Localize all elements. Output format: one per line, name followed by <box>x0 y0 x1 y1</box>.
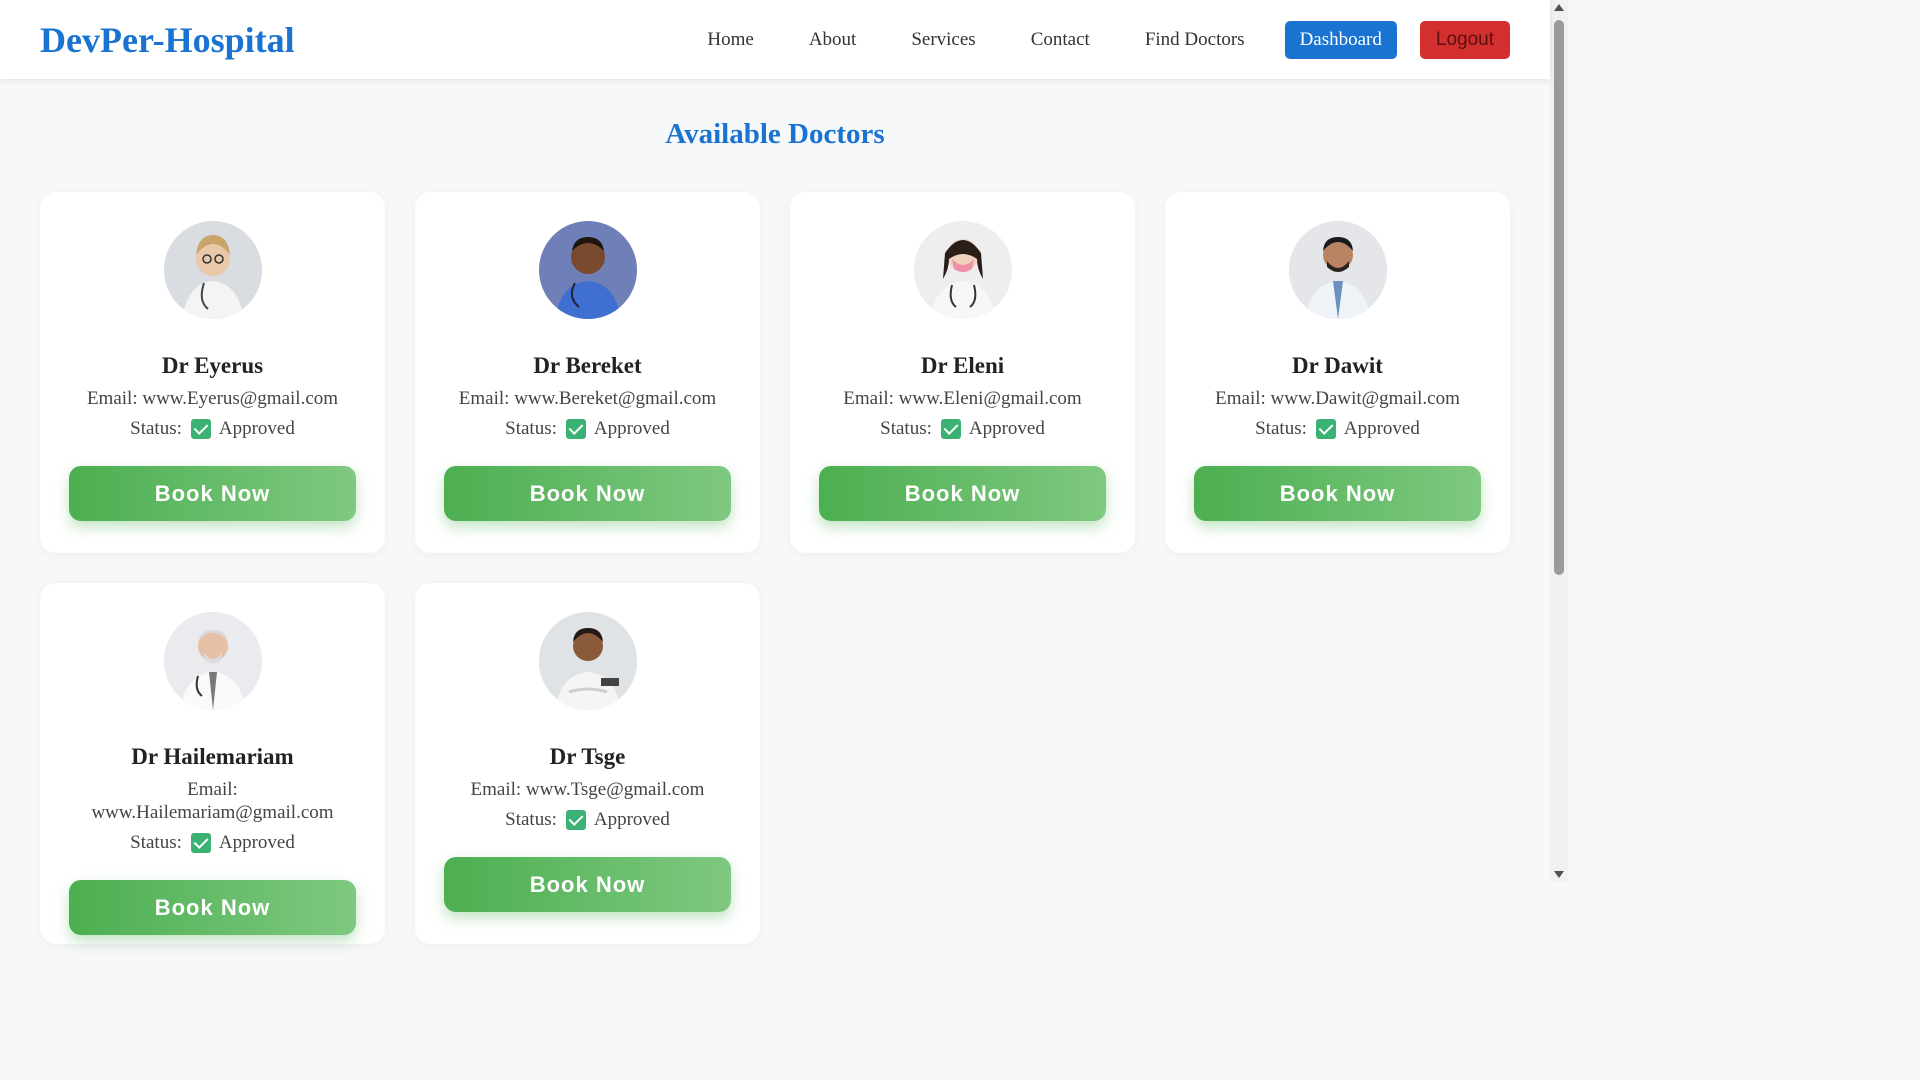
check-icon <box>565 419 586 439</box>
doctor-status: Status: Approved <box>130 417 295 441</box>
book-now-button[interactable]: Book Now <box>819 466 1106 521</box>
status-value: Approved <box>593 809 670 830</box>
status-label: Status: <box>505 809 557 830</box>
doctor-status: Status: Approved <box>130 831 295 855</box>
doctor-avatar <box>163 612 262 710</box>
dashboard-button[interactable]: Dashboard <box>1284 20 1397 59</box>
doctor-avatar <box>538 221 637 319</box>
doctor-card: Dr Bereket Email: www.Bereket@gmail.com … <box>415 192 760 553</box>
check-icon <box>940 419 961 439</box>
status-value: Approved <box>968 418 1045 439</box>
check-icon <box>190 833 211 853</box>
status-label: Status: <box>130 418 182 439</box>
doctor-avatar <box>1288 221 1387 319</box>
doctor-avatar <box>913 221 1012 319</box>
doctor-status: Status: Approved <box>1255 417 1420 441</box>
nav-link-about[interactable]: About <box>809 29 857 51</box>
doctor-name: Dr Bereket <box>533 353 642 378</box>
doctor-name: Dr Tsge <box>549 744 626 769</box>
status-value: Approved <box>593 418 670 439</box>
page-title: Available Doctors <box>665 118 885 150</box>
scroll-thumb[interactable] <box>1554 20 1564 575</box>
status-value: Approved <box>218 418 295 439</box>
book-now-button[interactable]: Book Now <box>69 466 356 521</box>
doctor-avatar <box>538 612 637 710</box>
doctor-avatar <box>163 221 262 319</box>
status-label: Status: <box>505 418 557 439</box>
doctor-status: Status: Approved <box>880 417 1045 441</box>
doctor-name: Dr Eyerus <box>161 353 264 378</box>
scroll-down-arrow-icon[interactable] <box>1554 871 1564 878</box>
book-now-button[interactable]: Book Now <box>444 857 731 912</box>
doctor-card: Dr Eyerus Email: www.Eyerus@gmail.com St… <box>40 192 385 553</box>
check-icon <box>190 419 211 439</box>
doctor-card: Dr Hailemariam Email: www.Hailemariam@gm… <box>40 583 385 944</box>
nav-link-find-doctors[interactable]: Find Doctors <box>1145 29 1245 51</box>
check-icon <box>565 810 586 830</box>
vertical-scrollbar[interactable] <box>1550 0 1568 882</box>
check-icon <box>1315 419 1336 439</box>
nav-link-home[interactable]: Home <box>707 29 753 51</box>
status-label: Status: <box>130 832 182 853</box>
book-now-button[interactable]: Book Now <box>69 880 356 935</box>
nav-link-contact[interactable]: Contact <box>1031 29 1090 51</box>
doctor-name: Dr Dawit <box>1292 353 1383 378</box>
doctor-email: Email: www.Hailemariam@gmail.com <box>91 779 334 823</box>
logout-button[interactable]: Logout <box>1419 20 1510 59</box>
scroll-up-arrow-icon[interactable] <box>1554 4 1564 11</box>
doctor-grid: Dr Eyerus Email: www.Eyerus@gmail.com St… <box>40 192 1510 944</box>
status-label: Status: <box>1255 418 1307 439</box>
brand-logo[interactable]: DevPer-Hospital <box>40 19 295 61</box>
navbar: DevPer-Hospital Home About Services Cont… <box>0 0 1550 79</box>
doctor-name: Dr Eleni <box>920 353 1005 378</box>
book-now-button[interactable]: Book Now <box>1194 466 1481 521</box>
nav-links: Home About Services Contact Find Doctors… <box>707 20 1510 59</box>
doctor-email: Email: www.Eleni@gmail.com <box>843 388 1082 409</box>
doctor-email: Email: www.Tsge@gmail.com <box>470 779 705 800</box>
book-now-button[interactable]: Book Now <box>444 466 731 521</box>
doctor-email: Email: www.Bereket@gmail.com <box>458 388 717 409</box>
doctor-status: Status: Approved <box>505 417 670 441</box>
status-value: Approved <box>218 832 295 853</box>
status-label: Status: <box>880 418 932 439</box>
doctor-email: Email: www.Eyerus@gmail.com <box>86 388 339 409</box>
doctor-card: Dr Eleni Email: www.Eleni@gmail.com Stat… <box>790 192 1135 553</box>
nav-link-services[interactable]: Services <box>911 29 975 51</box>
doctor-card: Dr Dawit Email: www.Dawit@gmail.com Stat… <box>1165 192 1510 553</box>
doctor-status: Status: Approved <box>505 808 670 832</box>
doctor-name: Dr Hailemariam <box>131 744 294 769</box>
doctor-email: Email: www.Dawit@gmail.com <box>1215 388 1460 409</box>
doctor-card: Dr Tsge Email: www.Tsge@gmail.com Status… <box>415 583 760 944</box>
status-value: Approved <box>1343 418 1420 439</box>
